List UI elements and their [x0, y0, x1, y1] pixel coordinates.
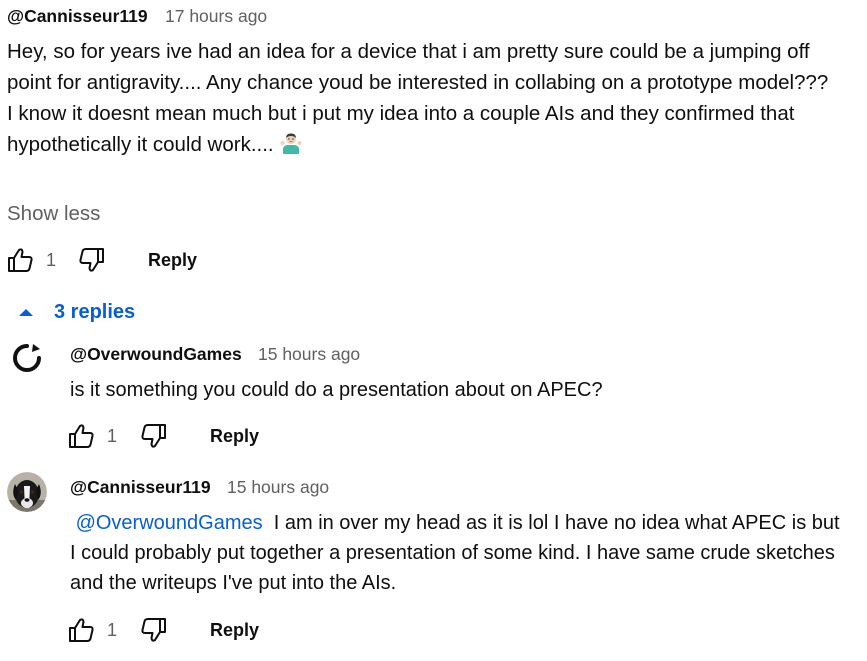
- show-less-button[interactable]: Show less: [7, 200, 100, 228]
- avatar-overwoundgames[interactable]: [7, 338, 47, 378]
- reply-1-dislike-thumbs-down-icon[interactable]: [139, 421, 169, 451]
- comment-author-handle[interactable]: @Cannisseur119: [7, 5, 148, 27]
- comment-timestamp[interactable]: 17 hours ago: [165, 5, 267, 27]
- like-count: 1: [46, 250, 57, 270]
- reply-2-author-handle[interactable]: @Cannisseur119: [70, 476, 211, 498]
- reply-1-reply-button[interactable]: Reply: [210, 425, 259, 447]
- man-shrugging-emoji-icon: [280, 133, 302, 154]
- comment-body: Hey, so for years ive had an idea for a …: [7, 36, 857, 160]
- reply-1-like-thumbs-up-icon[interactable]: [66, 421, 96, 451]
- reply-1-body: is it something you could do a presentat…: [70, 379, 603, 401]
- avatar-cannisseur119[interactable]: [7, 472, 47, 512]
- replies-count-label: 3 replies: [54, 301, 136, 323]
- reply-2-like-thumbs-up-icon[interactable]: [66, 615, 96, 645]
- hide-replies-button[interactable]: 3 replies: [16, 298, 135, 326]
- reply-button[interactable]: Reply: [148, 249, 197, 271]
- reply-2-mention-link[interactable]: @OverwoundGames: [76, 512, 263, 534]
- comment-paragraph-1: Hey, so for years ive had an idea for a …: [7, 40, 829, 94]
- reply-2-reply-button[interactable]: Reply: [210, 619, 259, 641]
- dislike-thumbs-down-icon[interactable]: [77, 245, 107, 275]
- reply-2-body: @OverwoundGames I am in over my head as …: [70, 508, 850, 598]
- reply-2-timestamp[interactable]: 15 hours ago: [227, 476, 329, 498]
- comment-paragraph-2: I know it doesnt mean much but i put my …: [7, 98, 857, 160]
- caret-up-icon: [19, 309, 33, 316]
- reply-1-like-count: 1: [107, 426, 118, 446]
- reply-1-author-handle[interactable]: @OverwoundGames: [70, 343, 242, 365]
- reply-2-like-count: 1: [107, 620, 118, 640]
- reply-2-dislike-thumbs-down-icon[interactable]: [139, 615, 169, 645]
- like-thumbs-up-icon[interactable]: [5, 245, 35, 275]
- reply-1-timestamp[interactable]: 15 hours ago: [258, 343, 360, 365]
- comment-paragraph-2-text: I know it doesnt mean much but i put my …: [7, 102, 795, 156]
